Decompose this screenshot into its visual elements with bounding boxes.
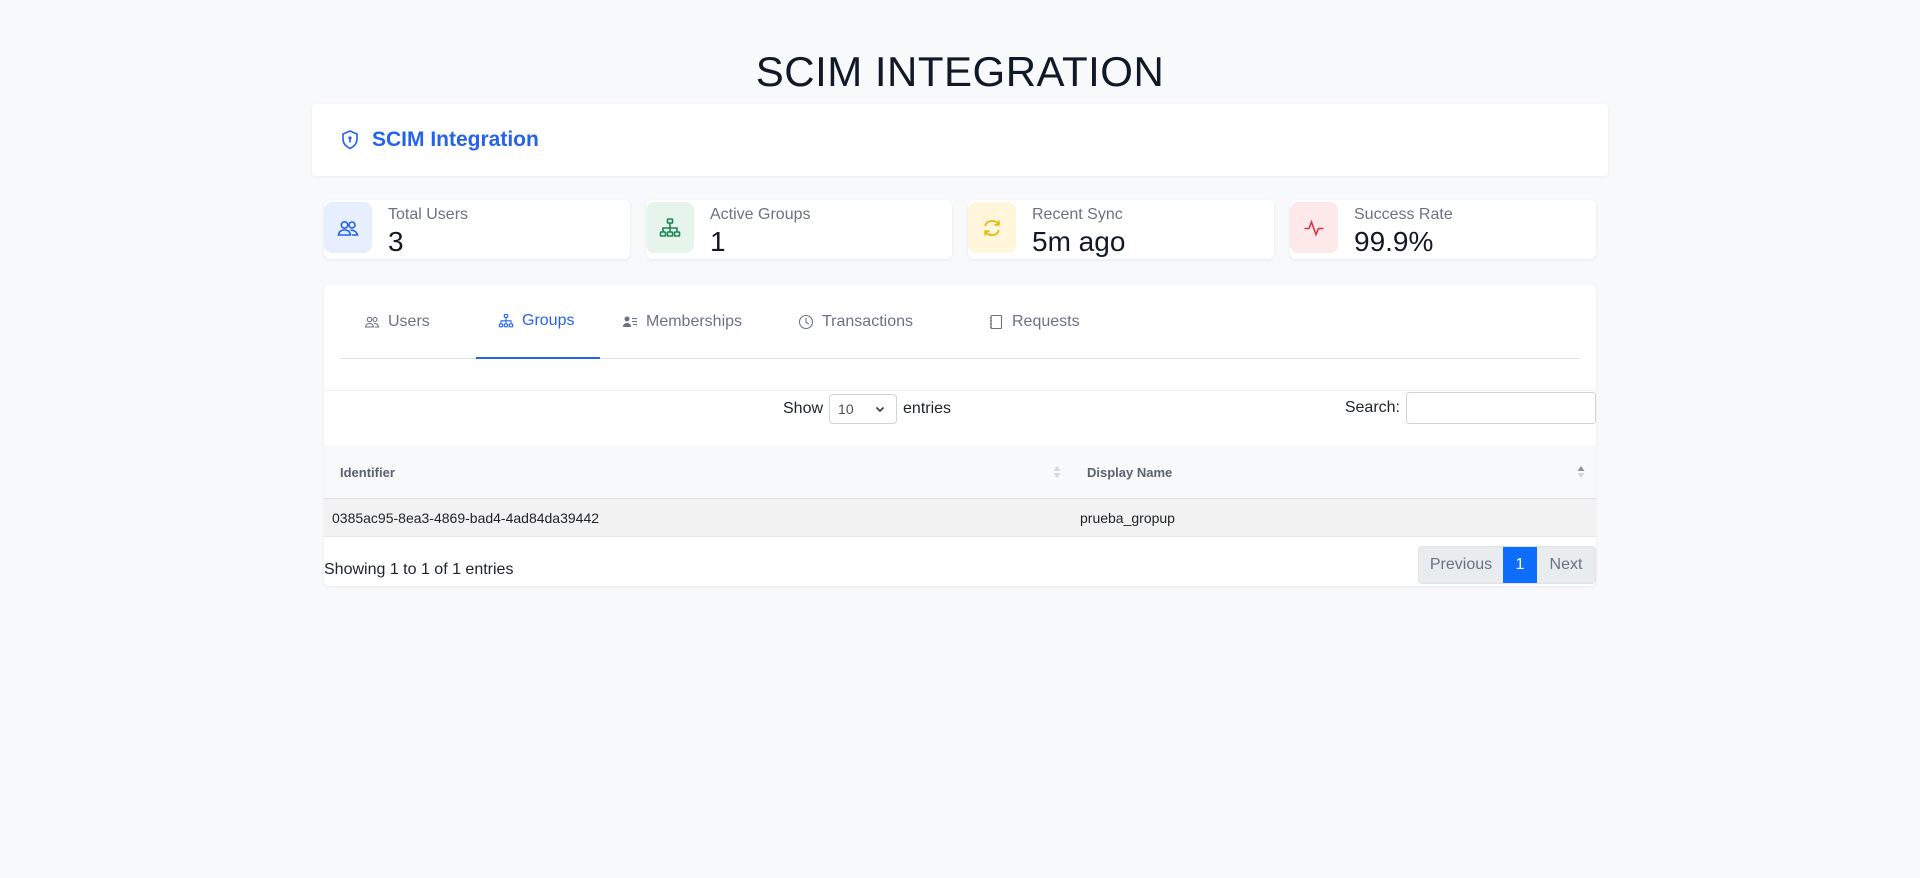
tab-users[interactable]: Users <box>364 285 430 359</box>
page-title: SCIM INTEGRATION <box>755 48 1165 95</box>
next-button[interactable]: Next <box>1537 547 1595 583</box>
pagination: Previous 1 Next <box>1418 546 1596 584</box>
page-length-control: Show 10 entries <box>783 393 951 425</box>
header-card: SCIM Integration <box>312 104 1608 176</box>
clock-icon <box>798 314 814 330</box>
tab-transactions[interactable]: Transactions <box>798 285 913 359</box>
page-size-value: 10 <box>838 401 854 417</box>
users-icon <box>364 316 380 328</box>
stat-label: Recent Sync <box>1032 206 1123 223</box>
shield-icon <box>342 130 358 150</box>
column-header-display-name[interactable]: Display Name <box>1087 445 1172 499</box>
cell-identifier: 0385ac95-8ea3-4869-bad4-4ad84da39442 <box>332 510 600 526</box>
stat-card-success-rate: Success Rate 99.9% <box>1290 200 1596 259</box>
stat-label: Total Users <box>388 206 469 223</box>
activity-icon <box>1290 202 1338 253</box>
sitemap-icon <box>646 202 694 253</box>
stat-card-recent-sync: Recent Sync 5m ago <box>968 200 1274 259</box>
tab-label: Users <box>388 313 430 330</box>
stat-label: Success Rate <box>1354 206 1453 223</box>
tab-requests[interactable]: Requests <box>988 285 1080 359</box>
cell-display-name: prueba_gropup <box>1080 510 1175 526</box>
column-header-label: Display Name <box>1087 464 1173 480</box>
header-title: SCIM Integration <box>372 128 539 151</box>
column-header-label: Identifier <box>340 464 395 480</box>
stat-card-active-groups: Active Groups 1 <box>646 200 952 259</box>
journal-icon <box>989 314 1003 330</box>
sync-icon <box>968 202 1016 253</box>
stat-value: 99.9% <box>1354 226 1434 257</box>
stat-value: 5m ago <box>1032 226 1126 257</box>
page-size-select[interactable]: 10 <box>829 394 898 424</box>
table-row[interactable]: 0385ac95-8ea3-4869-bad4-4ad84da39442 pru… <box>324 499 1596 537</box>
entries-label: entries <box>903 400 952 417</box>
tab-label: Groups <box>522 312 575 329</box>
show-label: Show <box>783 400 824 417</box>
tab-label: Transactions <box>822 313 913 330</box>
tab-groups[interactable]: Groups <box>476 285 600 359</box>
sort-icon <box>1053 466 1061 478</box>
stat-label: Active Groups <box>710 206 811 223</box>
table-info: Showing 1 to 1 of 1 entries <box>324 561 514 578</box>
search-input[interactable] <box>1406 392 1596 424</box>
stat-value: 3 <box>388 226 404 257</box>
sitemap-icon <box>498 313 514 328</box>
divider <box>324 390 1596 391</box>
sort-asc-icon <box>1577 466 1585 478</box>
chevron-down-icon <box>875 406 885 413</box>
tab-memberships[interactable]: Memberships <box>622 285 742 359</box>
person-lines-icon <box>623 316 637 327</box>
previous-button[interactable]: Previous <box>1419 547 1503 583</box>
stat-value: 1 <box>710 226 726 257</box>
tab-bar: Users Groups Memberships Transactions Re… <box>340 285 1580 359</box>
stat-card-total-users: Total Users 3 <box>324 200 630 259</box>
column-header-identifier[interactable]: Identifier <box>340 445 395 499</box>
tab-label: Memberships <box>646 313 743 330</box>
users-icon <box>324 202 372 253</box>
table-header: Identifier Display Name <box>324 445 1596 499</box>
search-label: Search: <box>1344 399 1400 416</box>
page-1-button[interactable]: 1 <box>1503 547 1537 583</box>
groups-panel: Users Groups Memberships Transactions Re… <box>324 285 1596 586</box>
search-control: Search: <box>1345 392 1596 424</box>
tab-label: Requests <box>1012 313 1080 330</box>
